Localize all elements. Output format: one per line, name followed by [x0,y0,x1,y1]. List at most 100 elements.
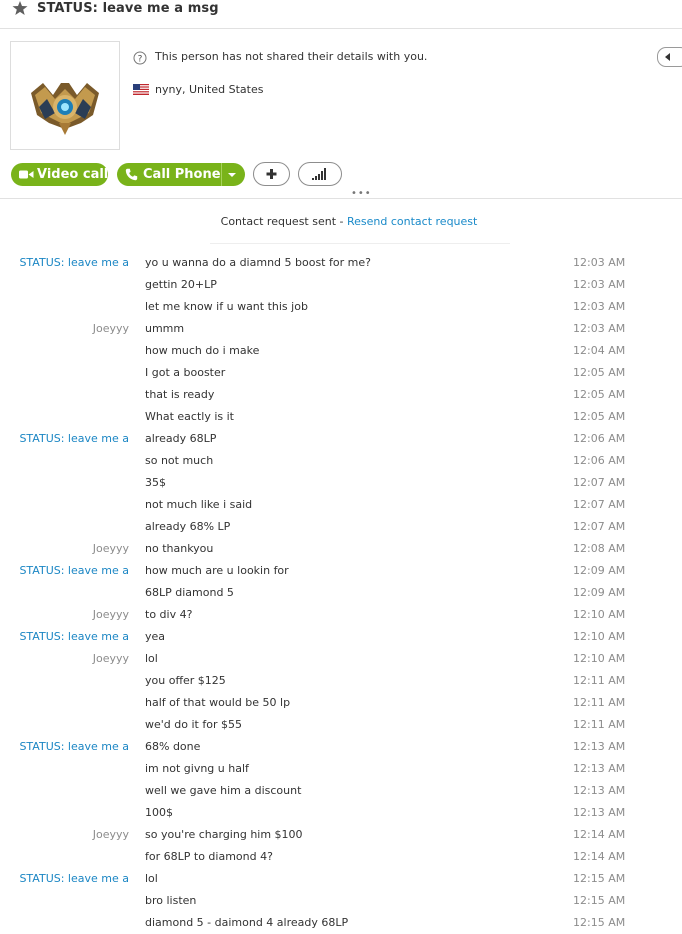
message-timestamp: 12:15 AM [573,894,626,907]
message-sender[interactable]: STATUS: leave me a [19,564,129,577]
message-sender[interactable]: Joeyyy [93,828,129,841]
message-row: I got a booster 12:05 AM [0,362,682,384]
message-text: lol [145,652,158,665]
message-timestamp: 12:06 AM [573,432,626,445]
video-call-label: Video call [37,167,109,182]
message-sender[interactable]: STATUS: leave me a [19,630,129,643]
message-timestamp: 12:10 AM [573,630,626,643]
video-camera-icon [19,170,34,179]
message-timestamp: 12:14 AM [573,828,626,841]
message-row: let me know if u want this job 12:03 AM [0,296,682,318]
message-text: how much do i make [145,344,260,357]
message-sender[interactable]: Joeyyy [93,322,129,335]
message-row: how much do i make 12:04 AM [0,340,682,362]
avatar[interactable] [10,41,120,150]
message-text: yo u wanna do a diamnd 5 boost for me? [145,256,371,269]
message-timestamp: 12:11 AM [573,674,626,687]
signal-bars-icon [312,168,326,180]
message-row: Joeyyy lol 12:10 AM [0,648,682,670]
chevron-down-icon[interactable] [228,173,236,177]
message-text: What eactly is it [145,410,234,423]
message-timestamp: 12:11 AM [573,718,626,731]
toolbar-divider [0,198,682,199]
message-text: let me know if u want this job [145,300,308,313]
message-sender[interactable]: STATUS: leave me a [19,256,129,269]
call-phone-button[interactable]: Call Phone [117,163,245,186]
message-timestamp: 12:13 AM [573,740,626,753]
message-timestamp: 12:10 AM [573,652,626,665]
chevron-left-icon [665,53,670,61]
us-flag-icon [133,84,149,95]
message-timestamp: 12:05 AM [573,366,626,379]
star-icon[interactable] [12,0,28,16]
message-text: already 68% LP [145,520,231,533]
message-timestamp: 12:15 AM [573,916,626,929]
message-row: that is ready 12:05 AM [0,384,682,406]
message-text: no thankyou [145,542,214,555]
message-timestamp: 12:07 AM [573,476,626,489]
resend-contact-request-link[interactable]: Resend contact request [347,215,477,228]
message-sender[interactable]: Joeyyy [93,608,129,621]
message-text: half of that would be 50 lp [145,696,291,709]
video-call-button[interactable]: Video call [11,163,108,186]
message-row: we'd do it for $55 12:11 AM [0,714,682,736]
message-row: diamond 5 - daimond 4 already 68LP 12:15 … [0,912,682,934]
message-row: 35$ 12:07 AM [0,472,682,494]
message-timestamp: 12:13 AM [573,806,626,819]
question-icon: ? [133,51,147,65]
message-row: What eactly is it 12:05 AM [0,406,682,428]
message-text: that is ready [145,388,215,401]
svg-text:?: ? [138,55,143,65]
call-quality-button[interactable] [298,162,342,186]
message-timestamp: 12:05 AM [573,388,626,401]
message-timestamp: 12:10 AM [573,608,626,621]
call-divider [221,163,222,186]
message-text: lol [145,872,158,885]
message-list: STATUS: leave me a yo u wanna do a diamnd… [0,252,682,934]
message-sender[interactable]: STATUS: leave me a [19,872,129,885]
message-text: how much are u lookin for [145,564,289,577]
message-timestamp: 12:04 AM [573,344,626,357]
message-timestamp: 12:15 AM [573,872,626,885]
message-text: so you're charging him $100 [145,828,303,841]
call-phone-label: Call Phone [143,167,221,182]
message-row: 68LP diamond 5 12:09 AM [0,582,682,604]
message-sender[interactable]: Joeyyy [93,542,129,555]
message-timestamp: 12:09 AM [573,564,626,577]
collapse-panel-button[interactable] [657,47,682,67]
message-sender[interactable]: Joeyyy [93,652,129,665]
message-timestamp: 12:07 AM [573,520,626,533]
message-sender[interactable]: STATUS: leave me a [19,740,129,753]
message-timestamp: 12:07 AM [573,498,626,511]
message-timestamp: 12:09 AM [573,586,626,599]
message-timestamp: 12:03 AM [573,256,626,269]
message-timestamp: 12:03 AM [573,322,626,335]
phone-icon [125,168,138,181]
message-text: not much like i said [145,498,253,511]
message-text: 35$ [145,476,166,489]
message-text: already 68LP [145,432,217,445]
message-row: well we gave him a discount 12:13 AM [0,780,682,802]
message-text: gettin 20+LP [145,278,217,291]
message-row: STATUS: leave me a how much are u lookin … [0,560,682,582]
message-timestamp: 12:03 AM [573,300,626,313]
contact-name-title: STATUS: leave me a msg [37,1,219,16]
message-row: Joeyyy ummm 12:03 AM [0,318,682,340]
message-row: bro listen 12:15 AM [0,890,682,912]
message-sender[interactable]: STATUS: leave me a [19,432,129,445]
add-people-button[interactable] [253,162,290,186]
message-row: you offer $125 12:11 AM [0,670,682,692]
message-text: well we gave him a discount [145,784,302,797]
message-row: already 68% LP 12:07 AM [0,516,682,538]
details-text: This person has not shared their details… [155,50,428,63]
message-row: STATUS: leave me a already 68LP 12:06 AM [0,428,682,450]
message-text: I got a booster [145,366,226,379]
message-row: STATUS: leave me a 68% done 12:13 AM [0,736,682,758]
message-text: 100$ [145,806,173,819]
location-text: nyny, United States [155,83,264,96]
message-timestamp: 12:11 AM [573,696,626,709]
message-text: 68LP diamond 5 [145,586,234,599]
message-text: we'd do it for $55 [145,718,242,731]
message-row: for 68LP to diamond 4? 12:14 AM [0,846,682,868]
contact-request-notice: Contact request sent - Resend contact re… [0,215,682,228]
